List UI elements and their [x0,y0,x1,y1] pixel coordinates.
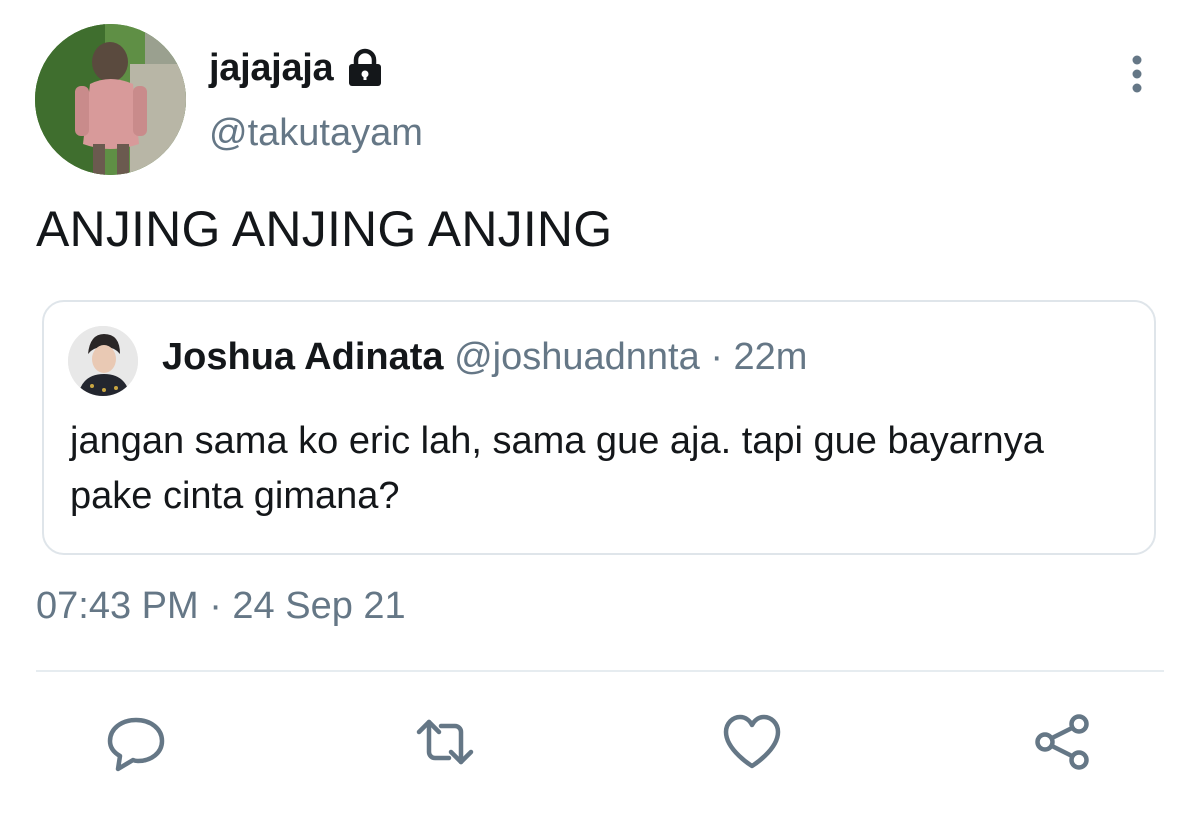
author-avatar[interactable] [35,24,186,175]
tweet-timestamp[interactable]: 07:43 PM · 24 Sep 21 [36,585,406,628]
avatar-image [35,24,186,175]
like-icon [723,714,781,769]
quoted-display-name[interactable]: Joshua Adinata [162,336,444,378]
quoted-tweet-header: Joshua Adinata @joshuadnnta · 22m [162,336,807,379]
divider [36,670,1164,672]
lock-icon [343,46,387,90]
quoted-tweet-card[interactable]: Joshua Adinata @joshuadnnta · 22m jangan… [42,300,1156,555]
share-button[interactable] [1032,712,1092,772]
tweet-text: ANJING ANJING ANJING [36,201,613,257]
reply-button[interactable] [106,712,166,772]
quoted-handle[interactable]: @joshuadnnta [454,336,700,378]
share-icon [1035,714,1089,770]
quoted-separator: · [710,336,723,378]
retweet-icon [416,719,474,765]
author-name-row: jajajaja [209,42,387,94]
quoted-time[interactable]: 22m [734,336,808,378]
quoted-author-avatar[interactable] [68,326,138,396]
like-button[interactable] [722,712,782,772]
author-handle[interactable]: @takutayam [209,112,423,155]
author-display-name[interactable]: jajajaja [209,47,334,90]
reply-icon [107,717,165,772]
quoted-tweet-text: jangan sama ko eric lah, sama gue aja. t… [70,420,1044,517]
quoted-avatar-image [68,326,138,396]
retweet-button[interactable] [415,712,475,772]
more-options-icon[interactable] [1120,52,1154,96]
